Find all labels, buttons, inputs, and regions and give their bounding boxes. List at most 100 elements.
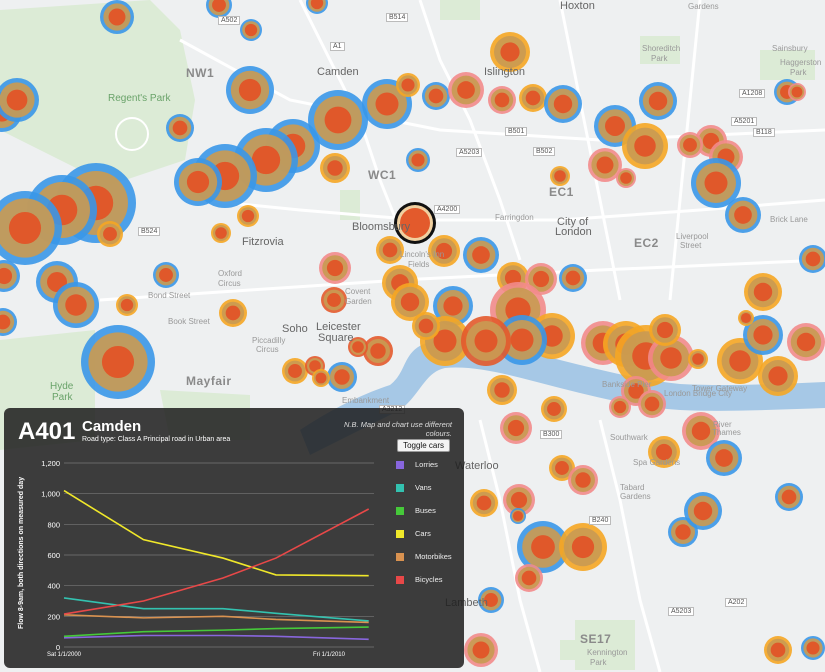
traffic-counter-marker[interactable] xyxy=(490,32,530,72)
traffic-counter-marker[interactable] xyxy=(319,252,351,284)
traffic-counter-marker[interactable] xyxy=(738,310,754,326)
traffic-counter-marker[interactable] xyxy=(312,369,330,387)
traffic-counter-marker[interactable] xyxy=(394,202,436,244)
traffic-counter-marker[interactable] xyxy=(510,508,526,524)
series-line-vans xyxy=(63,597,369,622)
series-line-lorries xyxy=(63,634,369,641)
legend-label: Motorbikes xyxy=(415,552,452,561)
traffic-counter-marker[interactable] xyxy=(363,336,393,366)
traffic-counter-marker[interactable] xyxy=(706,440,742,476)
traffic-counter-marker[interactable] xyxy=(764,636,792,664)
traffic-counter-marker[interactable] xyxy=(515,564,543,592)
traffic-counter-marker[interactable] xyxy=(559,523,607,571)
traffic-counter-marker[interactable] xyxy=(649,314,681,346)
traffic-counter-marker[interactable] xyxy=(464,633,498,667)
traffic-counter-marker[interactable] xyxy=(544,85,582,123)
traffic-counter-marker[interactable] xyxy=(463,237,499,273)
traffic-counter-marker[interactable] xyxy=(174,158,222,206)
traffic-counter-marker[interactable] xyxy=(500,412,532,444)
park-south xyxy=(560,640,580,660)
x-tick-label: Fri 1/1/2010 xyxy=(313,652,346,658)
chart-gridlines xyxy=(64,462,374,648)
road-id: A401 xyxy=(18,418,76,445)
traffic-counter-marker[interactable] xyxy=(81,325,155,399)
x-tick-label: Sat 1/1/2000 xyxy=(47,652,82,658)
legend-label: Vans xyxy=(415,483,432,492)
traffic-counter-marker[interactable] xyxy=(320,153,350,183)
traffic-counter-marker[interactable] xyxy=(622,123,668,169)
y-tick-label: 1,200 xyxy=(41,459,60,468)
chart-series xyxy=(63,489,370,641)
traffic-counter-marker[interactable] xyxy=(801,636,825,660)
traffic-counter-marker[interactable] xyxy=(758,356,798,396)
traffic-counter-marker[interactable] xyxy=(550,166,570,186)
traffic-counter-marker[interactable] xyxy=(487,375,517,405)
traffic-counter-marker[interactable] xyxy=(775,483,803,511)
road-type: Road type: Class A Principal road in Urb… xyxy=(82,436,231,443)
series-line-motorbikes xyxy=(63,614,369,624)
legend-swatch xyxy=(396,484,404,492)
legend-label: Cars xyxy=(415,529,431,538)
traffic-counter-marker[interactable] xyxy=(638,390,666,418)
traffic-counter-marker[interactable] xyxy=(787,323,825,361)
traffic-counter-marker[interactable] xyxy=(100,0,134,34)
legend-swatch xyxy=(396,576,404,584)
traffic-counter-marker[interactable] xyxy=(559,264,587,292)
park-north xyxy=(440,0,480,20)
traffic-counter-marker[interactable] xyxy=(321,287,347,313)
traffic-counter-marker[interactable] xyxy=(211,223,231,243)
traffic-counter-marker[interactable] xyxy=(488,86,516,114)
traffic-counter-marker[interactable] xyxy=(406,148,430,172)
info-panel: 0 200 400 600 800 1,000 1,200 Sat 1/1/2000 Fri 1… xyxy=(4,408,464,668)
kennington-park xyxy=(575,620,635,670)
traffic-counter-marker[interactable] xyxy=(376,236,404,264)
traffic-counter-marker[interactable] xyxy=(348,337,368,357)
traffic-counter-marker[interactable] xyxy=(97,221,123,247)
traffic-counter-marker[interactable] xyxy=(519,84,547,112)
traffic-counter-marker[interactable] xyxy=(153,262,179,288)
y-tick-label: 600 xyxy=(47,551,60,560)
traffic-counter-marker[interactable] xyxy=(240,19,262,41)
traffic-counter-marker[interactable] xyxy=(725,197,761,233)
y-tick-label: 400 xyxy=(47,582,60,591)
traffic-counter-marker[interactable] xyxy=(226,66,274,114)
traffic-counter-marker[interactable] xyxy=(677,132,703,158)
legend-swatch xyxy=(396,553,404,561)
traffic-counter-marker[interactable] xyxy=(470,489,498,517)
traffic-counter-marker[interactable] xyxy=(428,235,460,267)
legend-label: Lorries xyxy=(415,460,438,469)
traffic-counter-marker[interactable] xyxy=(744,273,782,311)
traffic-counter-marker[interactable] xyxy=(166,114,194,142)
y-axis-label: Flow 8-9am, both directions on measured … xyxy=(18,477,25,629)
traffic-counter-marker[interactable] xyxy=(639,82,677,120)
traffic-counter-marker[interactable] xyxy=(53,282,99,328)
traffic-counter-marker[interactable] xyxy=(788,83,806,101)
traffic-counter-marker[interactable] xyxy=(541,396,567,422)
traffic-counter-marker[interactable] xyxy=(648,436,680,468)
traffic-counter-marker[interactable] xyxy=(116,294,138,316)
area-name: Camden xyxy=(82,418,142,435)
traffic-counter-marker[interactable] xyxy=(422,82,450,110)
toggle-cars-button[interactable]: Toggle cars xyxy=(397,439,450,452)
traffic-counter-marker[interactable] xyxy=(609,396,631,418)
traffic-counter-marker[interactable] xyxy=(282,358,308,384)
traffic-counter-marker[interactable] xyxy=(396,73,420,97)
traffic-counter-marker[interactable] xyxy=(568,465,598,495)
traffic-counter-marker[interactable] xyxy=(412,312,440,340)
legend-label: Bicycles xyxy=(415,575,443,584)
shoreditch-park xyxy=(640,36,680,64)
traffic-counter-marker[interactable] xyxy=(461,316,511,366)
traffic-counter-marker[interactable] xyxy=(237,205,259,227)
traffic-counter-marker[interactable] xyxy=(478,587,504,613)
traffic-counter-marker[interactable] xyxy=(684,492,722,530)
haggerston-park xyxy=(760,50,815,80)
traffic-counter-marker[interactable] xyxy=(219,299,247,327)
traffic-counter-marker[interactable] xyxy=(327,362,357,392)
colour-note: N.B. Map and chart use different colours… xyxy=(344,420,452,438)
legend-swatch xyxy=(396,530,404,538)
traffic-counter-marker[interactable] xyxy=(448,72,484,108)
traffic-counter-marker[interactable] xyxy=(616,168,636,188)
traffic-counter-marker[interactable] xyxy=(688,349,708,369)
legend-swatch xyxy=(396,461,404,469)
series-line-bicycles xyxy=(63,508,370,615)
